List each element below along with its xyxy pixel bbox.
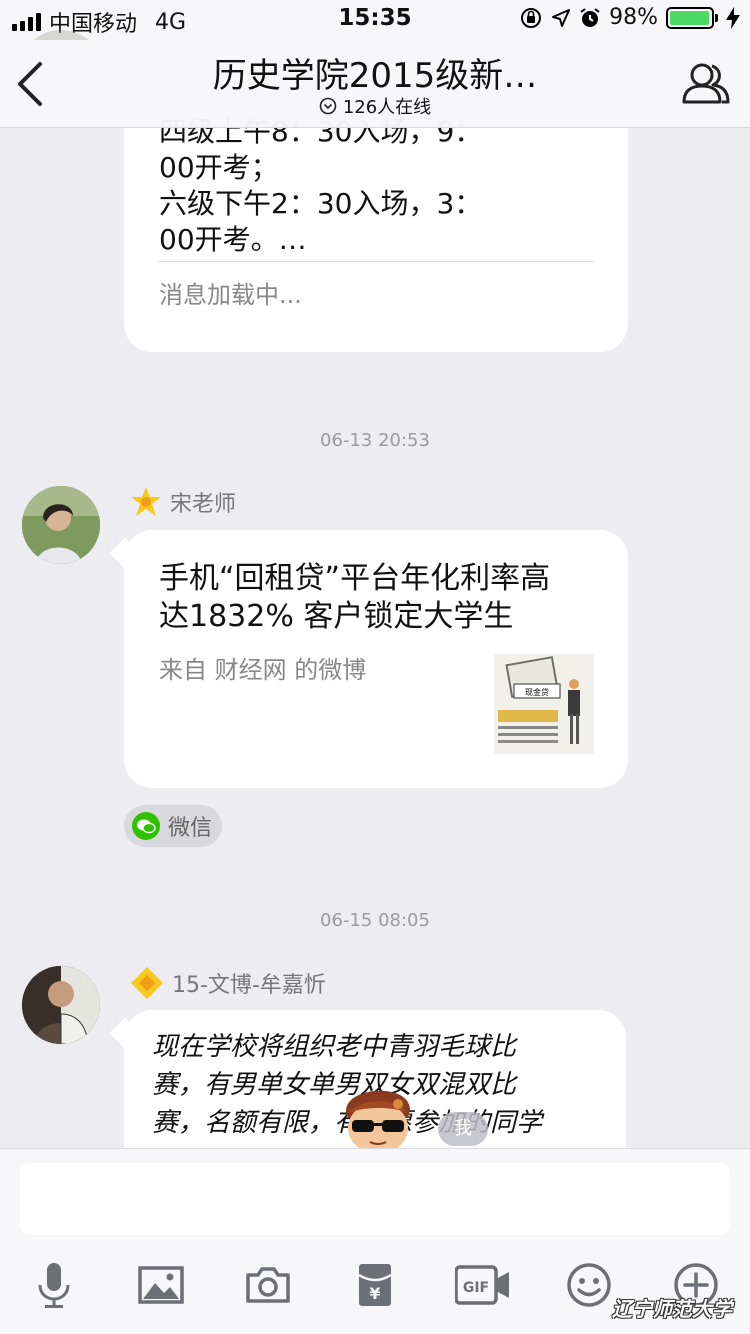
avatar[interactable]	[22, 486, 100, 564]
battery-icon	[666, 6, 718, 29]
share-thumbnail: 现金贷	[494, 654, 594, 754]
wechat-icon	[132, 812, 160, 840]
status-bar: 中国移动 4G 15:35 98%	[0, 0, 750, 40]
sender-name-label: 15-文博-牟嘉忻	[172, 973, 326, 998]
share-card[interactable]: 手机“回租贷”平台年化利率高 达1832% 客户锁定大学生 来自 财经网 的微博…	[124, 530, 628, 788]
image-icon[interactable]	[137, 1261, 185, 1309]
microphone-icon[interactable]	[30, 1261, 78, 1309]
charging-icon	[726, 6, 740, 29]
source-chip-label: 微信	[168, 816, 213, 841]
thumbnail-label: 现金贷	[525, 687, 549, 697]
svg-text:GIF: GIF	[463, 1280, 489, 1296]
group-title[interactable]: 历史学院2015级新…	[150, 48, 600, 97]
input-area: ¥ GIF 辽宁师范大学	[0, 1148, 750, 1334]
message-line: 现在学校将组织老中青羽毛球比	[152, 1032, 517, 1062]
back-button[interactable]	[14, 60, 46, 108]
divider	[158, 261, 594, 262]
sticker-label: 我	[438, 1112, 488, 1146]
chevron-down-circle-icon	[319, 97, 337, 115]
chat-header: 历史学院2015级新… 126人在线	[0, 40, 750, 128]
sender-name: 15-文博-牟嘉忻	[130, 966, 326, 1000]
message-line: 六级下午2：30入场，3：	[159, 187, 483, 220]
battery-percent: 98%	[609, 5, 658, 30]
red-packet-icon[interactable]: ¥	[351, 1261, 399, 1309]
share-source: 来自 财经网 的微博	[159, 656, 367, 684]
gif-icon[interactable]: GIF	[455, 1261, 511, 1309]
message-timestamp: 06-15 08:05	[320, 910, 430, 931]
online-count-label: 126人在线	[342, 97, 432, 118]
online-count[interactable]: 126人在线	[250, 93, 500, 119]
share-title-line: 达1832% 客户锁定大学生	[159, 599, 514, 634]
cartoon-sticker	[338, 1078, 418, 1154]
camera-icon[interactable]	[244, 1261, 292, 1309]
location-icon	[552, 8, 571, 27]
message-line: 00开考；	[159, 151, 279, 184]
rotation-lock-icon	[521, 7, 542, 28]
source-chip[interactable]: 微信	[124, 805, 222, 847]
diamond-badge-icon	[131, 967, 163, 999]
message-line: 00开考。…	[159, 223, 307, 256]
emoji-icon[interactable]	[565, 1261, 613, 1309]
watermark: 辽宁师范大学	[612, 1297, 732, 1321]
group-members-button[interactable]	[680, 58, 732, 110]
loading-text: 消息加载中...	[159, 281, 302, 309]
avatar[interactable]	[22, 966, 100, 1044]
sender-name: 宋老师	[130, 486, 236, 518]
sender-name-label: 宋老师	[170, 492, 237, 517]
svg-text:¥: ¥	[369, 1284, 380, 1303]
message-input[interactable]	[20, 1163, 730, 1235]
share-title-line: 手机“回租贷”平台年化利率高	[159, 561, 551, 596]
star-badge-icon	[131, 487, 161, 516]
message-timestamp: 06-13 20:53	[320, 430, 430, 451]
alarm-icon	[580, 7, 600, 27]
